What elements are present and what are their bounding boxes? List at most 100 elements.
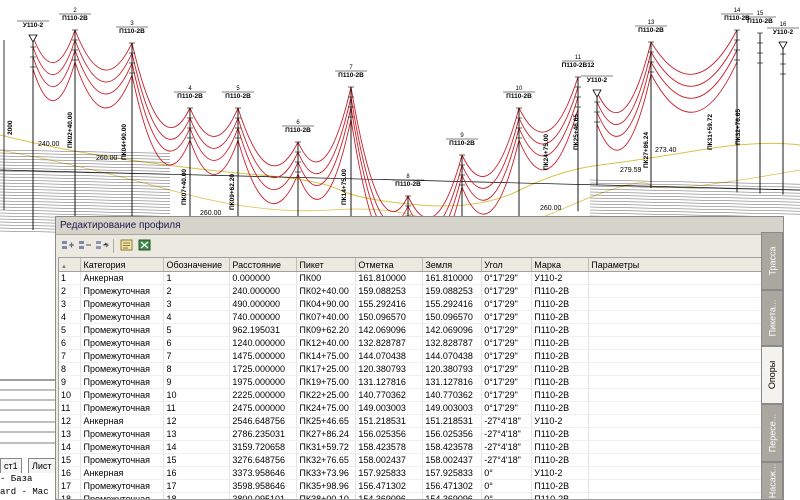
cell-angle[interactable]: 0°17'29" bbox=[481, 310, 533, 324]
cell-designation[interactable]: 7 bbox=[163, 349, 231, 363]
cell-grade[interactable]: П110-2В bbox=[531, 362, 590, 376]
cell-angle[interactable]: -27°4'18" bbox=[481, 453, 533, 467]
cell-picket[interactable]: ПК19+75.00 bbox=[296, 375, 357, 389]
cell-distance[interactable]: 740.000000 bbox=[229, 310, 298, 324]
cell-grade[interactable]: П110-2В bbox=[531, 388, 590, 402]
cell-elevation[interactable]: 158.002437 bbox=[355, 453, 424, 467]
side-tab-pickets[interactable]: Пикета... bbox=[761, 290, 783, 346]
cell-picket[interactable]: ПК02+40.00 bbox=[296, 284, 357, 298]
cell-angle[interactable]: 0°17'29" bbox=[481, 388, 533, 402]
cell-ground[interactable]: 158.423578 bbox=[422, 440, 483, 454]
cell-ground[interactable]: 158.002437 bbox=[422, 453, 483, 467]
cell-designation[interactable]: 8 bbox=[163, 362, 231, 376]
cell-index[interactable]: 6 bbox=[59, 336, 82, 350]
cell-elevation[interactable]: 120.380793 bbox=[355, 362, 424, 376]
table-row[interactable]: 6 Промежуточная 6 1240.000000 ПК12+40.00 132.… bbox=[59, 336, 763, 350]
cell-parameters[interactable] bbox=[588, 427, 763, 441]
side-tab-supports[interactable]: Опоры bbox=[761, 346, 783, 404]
cell-category[interactable]: Анкерная bbox=[80, 466, 165, 480]
table-row[interactable]: 12 Анкерная 12 2546.648756 ПК25+46.65 151.218… bbox=[59, 414, 763, 428]
cell-angle[interactable]: 0° bbox=[481, 492, 533, 499]
cell-ground[interactable]: 161.810000 bbox=[422, 271, 483, 285]
cell-grade[interactable]: П110-2В bbox=[531, 479, 590, 493]
cell-distance[interactable]: 3800.095101 bbox=[229, 492, 298, 499]
cell-distance[interactable]: 2786.235031 bbox=[229, 427, 298, 441]
column-header-index[interactable]: ▲ bbox=[59, 258, 82, 272]
cell-ground[interactable]: 154.369096 bbox=[422, 492, 483, 499]
cell-parameters[interactable] bbox=[588, 310, 763, 324]
cell-parameters[interactable] bbox=[588, 271, 763, 285]
table-row[interactable]: 1 Анкерная 1 0.000000 ПК00 161.810000 161.8100… bbox=[59, 271, 763, 285]
cell-grade[interactable]: П110-2В bbox=[531, 375, 590, 389]
column-header-picket[interactable]: Пикет bbox=[296, 258, 357, 272]
table-row[interactable]: 16 Анкерная 16 3373.958646 ПК33+73.96 157.925… bbox=[59, 466, 763, 480]
table-row[interactable]: 4 Промежуточная 4 740.000000 ПК07+40.00 150.0… bbox=[59, 310, 763, 324]
cell-designation[interactable]: 6 bbox=[163, 336, 231, 350]
cell-parameters[interactable] bbox=[588, 284, 763, 298]
table-row[interactable]: 2 Промежуточная 2 240.000000 ПК02+40.00 159.0… bbox=[59, 284, 763, 298]
table-row[interactable]: 3 Промежуточная 3 490.000000 ПК04+90.00 155.2… bbox=[59, 297, 763, 311]
cell-angle[interactable]: 0°17'29" bbox=[481, 401, 533, 415]
column-header-category[interactable]: Категория bbox=[80, 258, 165, 272]
cell-index[interactable]: 1 bbox=[59, 271, 82, 285]
cell-angle[interactable]: 0°17'29" bbox=[481, 349, 533, 363]
cell-elevation[interactable]: 144.070438 bbox=[355, 349, 424, 363]
cell-grade[interactable]: П110-2В bbox=[531, 297, 590, 311]
cell-grade[interactable]: У110-2 bbox=[531, 466, 590, 480]
column-header-angle[interactable]: Угол bbox=[481, 258, 533, 272]
table-row[interactable]: 10 Промежуточная 10 2225.000000 ПК22+25.00 14… bbox=[59, 388, 763, 402]
cell-designation[interactable]: 10 bbox=[163, 388, 231, 402]
cell-index[interactable]: 11 bbox=[59, 401, 82, 415]
cell-distance[interactable]: 0.000000 bbox=[229, 271, 298, 285]
cell-category[interactable]: Промежуточная bbox=[80, 401, 165, 415]
export-icon[interactable] bbox=[138, 239, 152, 251]
table-row[interactable]: 9 Промежуточная 9 1975.000000 ПК19+75.00 131.… bbox=[59, 375, 763, 389]
cell-index[interactable]: 9 bbox=[59, 375, 82, 389]
cell-elevation[interactable]: 151.218531 bbox=[355, 414, 424, 428]
cell-angle[interactable]: -27°4'18" bbox=[481, 414, 533, 428]
table-row[interactable]: 17 Промежуточная 17 3598.958646 ПК35+98.96 15… bbox=[59, 479, 763, 493]
table-row[interactable]: 15 Промежуточная 15 3276.648756 ПК32+76.65 15… bbox=[59, 453, 763, 467]
cell-distance[interactable]: 962.195031 bbox=[229, 323, 298, 337]
cell-parameters[interactable] bbox=[588, 401, 763, 415]
cell-designation[interactable]: 11 bbox=[163, 401, 231, 415]
cell-picket[interactable]: ПК00 bbox=[296, 271, 357, 285]
column-header-grade[interactable]: Марка bbox=[531, 258, 590, 272]
cell-elevation[interactable]: 158.423578 bbox=[355, 440, 424, 454]
column-header-elevation[interactable]: Отметка bbox=[355, 258, 424, 272]
table-row[interactable]: 13 Промежуточная 13 2786.235031 ПК27+86.24 15… bbox=[59, 427, 763, 441]
cell-index[interactable]: 3 bbox=[59, 297, 82, 311]
cell-category[interactable]: Промежуточная bbox=[80, 323, 165, 337]
cell-picket[interactable]: ПК35+98.96 bbox=[296, 479, 357, 493]
cell-grade[interactable]: П110-2В bbox=[531, 440, 590, 454]
cell-picket[interactable]: ПК32+76.65 bbox=[296, 453, 357, 467]
cell-elevation[interactable]: 157.925833 bbox=[355, 466, 424, 480]
column-header-distance[interactable]: Расстояние bbox=[229, 258, 298, 272]
cell-elevation[interactable]: 155.292416 bbox=[355, 297, 424, 311]
cell-category[interactable]: Промежуточная bbox=[80, 284, 165, 298]
cell-category[interactable]: Промежуточная bbox=[80, 453, 165, 467]
cell-designation[interactable]: 4 bbox=[163, 310, 231, 324]
cell-parameters[interactable] bbox=[588, 466, 763, 480]
cell-designation[interactable]: 3 bbox=[163, 297, 231, 311]
cell-index[interactable]: 2 bbox=[59, 284, 82, 298]
table-row[interactable]: 11 Промежуточная 11 2475.000000 ПК24+75.00 14… bbox=[59, 401, 763, 415]
cell-ground[interactable]: 144.070438 bbox=[422, 349, 483, 363]
cell-category[interactable]: Анкерная bbox=[80, 414, 165, 428]
cell-category[interactable]: Промежуточная bbox=[80, 375, 165, 389]
cell-distance[interactable]: 1475.000000 bbox=[229, 349, 298, 363]
cell-parameters[interactable] bbox=[588, 362, 763, 376]
cell-picket[interactable]: ПК27+86.24 bbox=[296, 427, 357, 441]
cell-distance[interactable]: 2546.648756 bbox=[229, 414, 298, 428]
cell-grade[interactable]: П110-2В bbox=[531, 453, 590, 467]
cell-index[interactable]: 5 bbox=[59, 323, 82, 337]
column-header-ground[interactable]: Земля bbox=[422, 258, 483, 272]
cell-grade[interactable]: П110-2В bbox=[531, 427, 590, 441]
cell-category[interactable]: Промежуточная bbox=[80, 349, 165, 363]
cell-category[interactable]: Промежуточная bbox=[80, 492, 165, 499]
cell-ground[interactable]: 150.096570 bbox=[422, 310, 483, 324]
cell-picket[interactable]: ПК22+25.00 bbox=[296, 388, 357, 402]
cell-index[interactable]: 16 bbox=[59, 466, 82, 480]
cell-distance[interactable]: 3373.958646 bbox=[229, 466, 298, 480]
cell-ground[interactable]: 151.218531 bbox=[422, 414, 483, 428]
